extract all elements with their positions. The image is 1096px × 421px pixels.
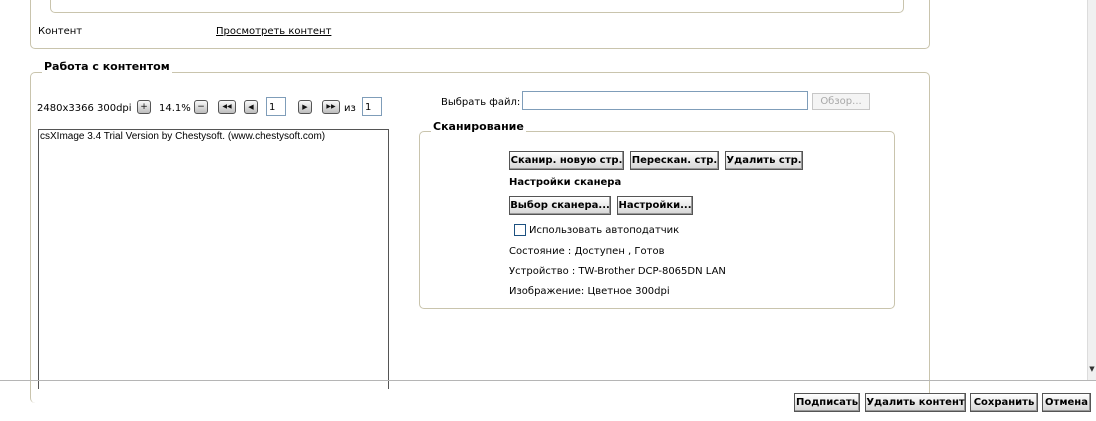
page-total-field: 1 <box>362 97 382 116</box>
delete-page-button[interactable]: Удалить стр. <box>725 151 803 170</box>
image-preview[interactable] <box>38 129 389 389</box>
content-inner-box <box>50 0 904 13</box>
scanner-image-mode: Изображение: Цветное 300dpi <box>509 286 670 297</box>
browse-button[interactable]: Обзор... <box>812 93 870 110</box>
zoom-level: 14.1% <box>159 103 191 114</box>
delete-content-button[interactable]: Удалить контент <box>865 393 966 412</box>
next-page-icon[interactable]: ▶ <box>298 100 312 114</box>
image-info: 2480x3366 300dpi <box>37 103 132 114</box>
page-of-label: из <box>344 103 356 114</box>
select-file-label: Выбрать файл: <box>441 97 521 108</box>
use-feeder-checkbox[interactable] <box>514 224 526 236</box>
content-label: Контент <box>38 26 83 37</box>
select-scanner-button[interactable]: Выбор сканера... <box>509 196 611 215</box>
first-page-icon[interactable]: ◀◀ <box>218 100 236 114</box>
footer-divider <box>0 380 1096 381</box>
use-feeder-label: Использовать автоподатчик <box>529 225 680 236</box>
zoom-in-icon[interactable]: + <box>137 100 151 114</box>
prev-page-icon[interactable]: ◀ <box>244 100 258 114</box>
scanner-settings-heading: Настройки сканера <box>509 177 622 188</box>
scan-new-page-button[interactable]: Сканир. новую стр. <box>509 151 624 170</box>
scroll-down-icon[interactable]: ▼ <box>1088 365 1096 375</box>
preview-watermark-text: csXImage 3.4 Trial Version by Chestysoft… <box>40 131 326 142</box>
work-with-content-legend: Работа с контентом <box>42 60 172 73</box>
scanner-settings-button[interactable]: Настройки... <box>617 196 693 215</box>
save-button[interactable]: Сохранить <box>970 393 1038 412</box>
cancel-button[interactable]: Отмена <box>1042 393 1091 412</box>
scanner-status: Состояние : Доступен , Готов <box>509 246 665 257</box>
rescan-page-button[interactable]: Перескан. стр. <box>630 151 719 170</box>
vertical-scrollbar[interactable] <box>1087 0 1096 380</box>
scanning-legend: Сканирование <box>431 120 526 133</box>
scanner-device: Устройство : TW-Brother DCP-8065DN LAN <box>509 266 726 277</box>
view-content-link[interactable]: Просмотреть контент <box>216 26 331 37</box>
file-path-input[interactable] <box>522 91 808 110</box>
sign-button[interactable]: Подписать <box>794 393 860 412</box>
page-number-input[interactable]: 1 <box>266 97 286 116</box>
last-page-icon[interactable]: ▶▶ <box>322 100 340 114</box>
zoom-out-icon[interactable]: − <box>194 100 208 114</box>
